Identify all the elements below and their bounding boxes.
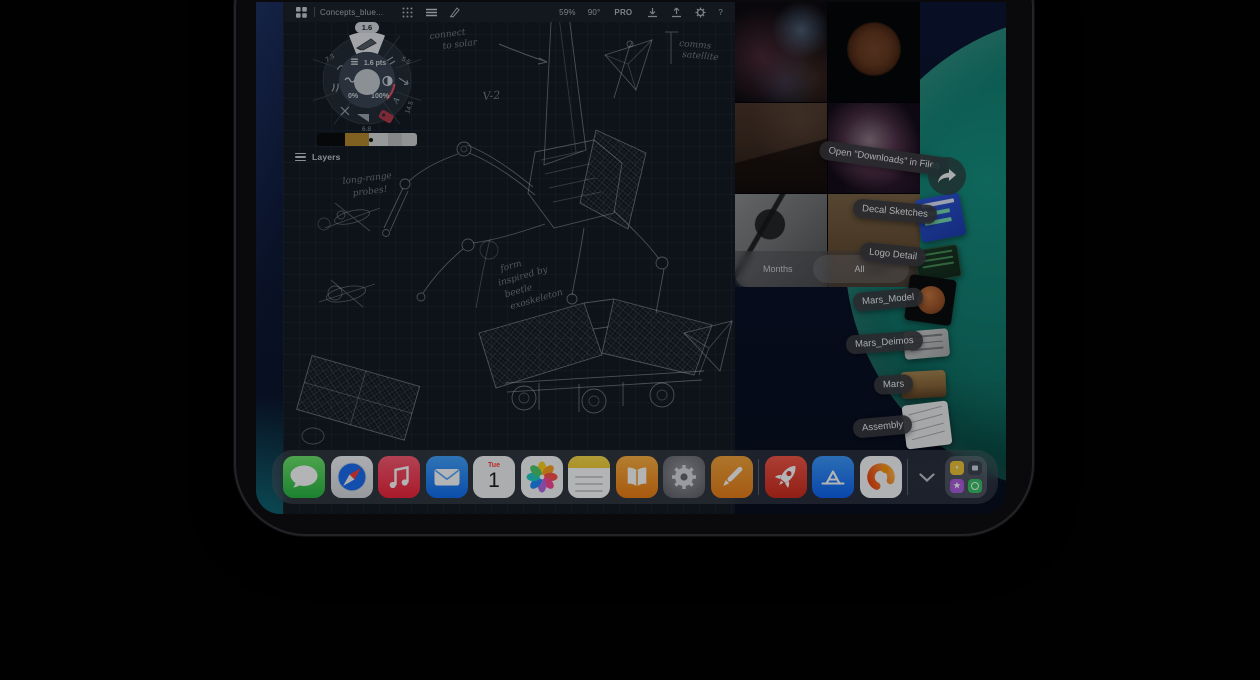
- dock-app-music[interactable]: [378, 456, 420, 498]
- messages-bubble-icon: [283, 456, 325, 498]
- workspace-grid-icon[interactable]: [293, 5, 309, 19]
- tab-months[interactable]: Months: [763, 264, 793, 274]
- rocket-icon: [765, 456, 807, 498]
- dock-app-messages[interactable]: [283, 456, 325, 498]
- photo-mars-globe[interactable]: [828, 2, 920, 102]
- dock-divider: [758, 459, 759, 495]
- smoothing-value: 0%: [348, 93, 359, 100]
- swatch-gray[interactable]: [388, 133, 402, 146]
- tab-all[interactable]: All: [855, 264, 865, 274]
- help-button[interactable]: ?: [718, 8, 723, 17]
- dock-app-mail[interactable]: [426, 456, 468, 498]
- dock-app-safari[interactable]: [331, 456, 373, 498]
- dock-collapse-button[interactable]: [914, 456, 940, 498]
- dock-app-library[interactable]: • ★: [945, 456, 987, 498]
- concepts-app-window: connect to solar comms satellite V-2 lon…: [283, 2, 735, 514]
- brush-tool-wheel[interactable]: 1.6 A 7.3 5.5 6.8 1: [313, 22, 421, 134]
- svg-text:satellite: satellite: [682, 50, 719, 63]
- dock-app-calendar[interactable]: Tue 1: [473, 456, 515, 498]
- dock-divider: [907, 459, 908, 495]
- pen-select-icon[interactable]: [447, 5, 463, 19]
- export-share-icon[interactable]: [668, 5, 684, 19]
- opacity-value: 100%: [371, 93, 390, 100]
- layers-menu-icon: [295, 153, 306, 161]
- layers-stack-icon[interactable]: [423, 5, 439, 19]
- orange-swirl-icon: [860, 456, 902, 498]
- concepts-pen-icon: [711, 456, 753, 498]
- dock-app-notes[interactable]: [568, 456, 610, 498]
- app-library-mini-star-icon: ★: [950, 479, 964, 493]
- dock-app-appstore[interactable]: [812, 456, 854, 498]
- rotation-value[interactable]: 90°: [588, 8, 601, 17]
- settings-gear-icon: [663, 456, 705, 498]
- note-form: form inspired by beetle exoskeleton: [494, 250, 565, 313]
- books-open-book-icon: [616, 456, 658, 498]
- dock-app-creative[interactable]: [860, 456, 902, 498]
- svg-text:probes!: probes!: [352, 185, 388, 199]
- photo-horsehead-nebula[interactable]: [735, 2, 827, 102]
- brush-size-pill: 1.6: [362, 23, 372, 32]
- ipad-device: connect to solar comms satellite V-2 lon…: [234, 0, 1034, 536]
- swatch-black[interactable]: [317, 133, 345, 146]
- safari-compass-icon: [331, 456, 373, 498]
- photos-pinwheel-icon: [521, 456, 563, 498]
- app-library-mini-camera-icon: [968, 461, 982, 475]
- color-swatch-bar[interactable]: [317, 133, 417, 146]
- drag-item-mars[interactable]: Mars: [874, 374, 914, 395]
- app-library-mini-circle-icon: [968, 479, 982, 493]
- dock-app-rocket[interactable]: [765, 456, 807, 498]
- notes-header-band: [568, 456, 610, 468]
- appstore-a-icon: [812, 456, 854, 498]
- forward-arrow-icon: [937, 168, 957, 184]
- seg-size-bottom: 6.8: [362, 126, 371, 133]
- layers-label: Layers: [312, 152, 341, 162]
- dot-grid-icon[interactable]: [399, 5, 415, 19]
- document-title[interactable]: Concepts_blue...: [320, 8, 383, 17]
- zoom-level[interactable]: 59%: [559, 8, 576, 17]
- app-library-mini-bulb-icon: •: [950, 461, 964, 475]
- stroke-width-value: 1.6 pts: [364, 60, 386, 67]
- ipad-screen: connect to solar comms satellite V-2 lon…: [256, 2, 1006, 514]
- dock-app-settings[interactable]: [663, 456, 705, 498]
- svg-text:to solar: to solar: [442, 38, 478, 52]
- chevron-down-icon: [919, 473, 935, 482]
- dock-app-photos[interactable]: [521, 456, 563, 498]
- music-note-icon: [378, 456, 420, 498]
- dock-app-concepts[interactable]: [711, 456, 753, 498]
- toolbar-divider: [314, 7, 315, 17]
- dock: Tue 1: [272, 450, 998, 504]
- share-forward-button[interactable]: [928, 157, 966, 195]
- mail-envelope-icon: [426, 456, 468, 498]
- note-version: V-2: [482, 88, 501, 102]
- concepts-toolbar: Concepts_blue... 59% 90° PRO: [283, 2, 735, 22]
- swatch-white[interactable]: [402, 133, 417, 146]
- seg-size-bottom-right: 14.5: [404, 100, 415, 115]
- page-background: connect to solar comms satellite V-2 lon…: [0, 0, 1260, 680]
- import-icon[interactable]: [644, 5, 660, 19]
- settings-gear-icon[interactable]: [692, 5, 708, 19]
- photo-mars-hills[interactable]: [735, 103, 827, 193]
- wheel-center-knob: [354, 69, 380, 95]
- pro-badge[interactable]: PRO: [614, 8, 632, 17]
- dock-app-books[interactable]: [616, 456, 658, 498]
- swatch-selector-dot: [369, 138, 373, 142]
- swatch-gold[interactable]: [345, 133, 369, 146]
- calendar-day: 1: [488, 470, 500, 492]
- layers-button[interactable]: Layers: [295, 152, 341, 162]
